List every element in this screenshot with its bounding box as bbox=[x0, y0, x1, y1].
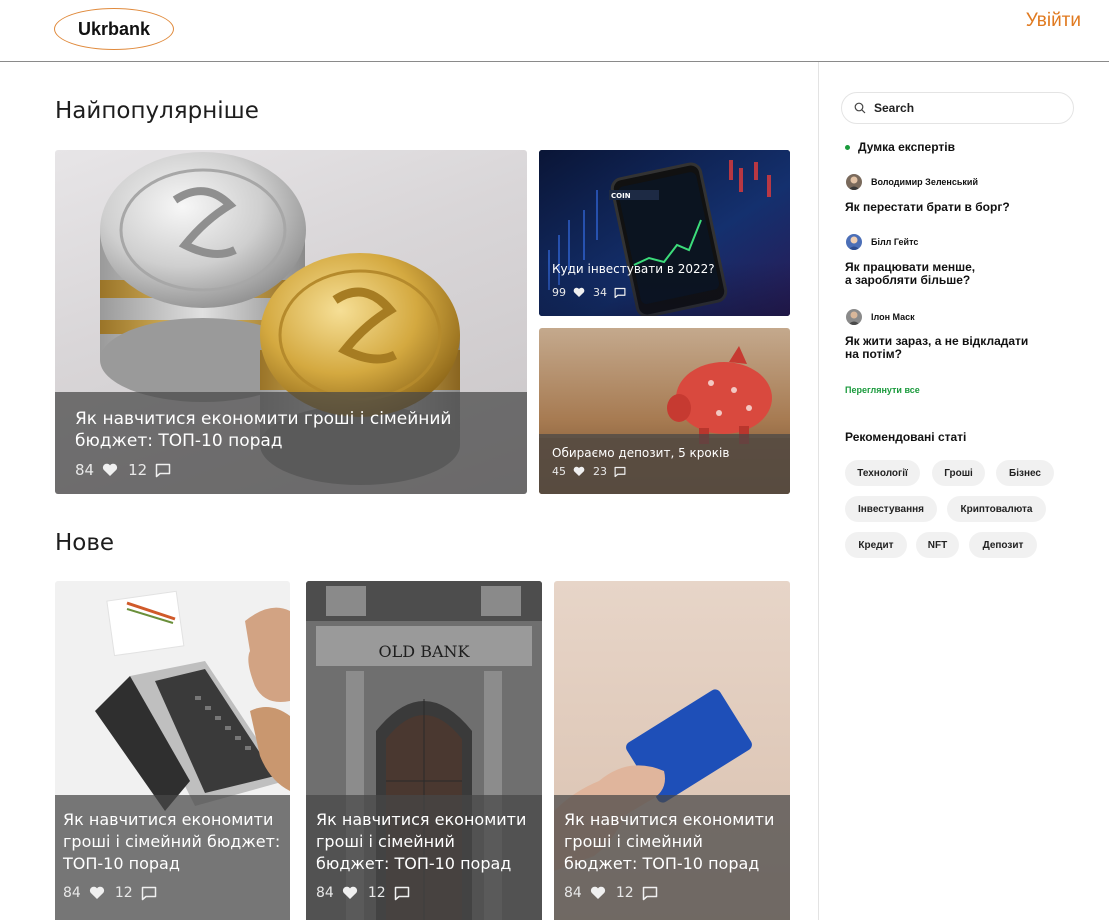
experts-heading: Думка експертів bbox=[845, 140, 955, 154]
expert-author-name: Білл Гейтс bbox=[871, 237, 919, 247]
login-link[interactable]: Увійти bbox=[1026, 10, 1081, 32]
expert-article-title-line: а заробляти більше? bbox=[845, 273, 971, 287]
article-card-invest[interactable]: COIN Куди інвестувати в 2022? 99 34 bbox=[539, 150, 790, 316]
comments-count: 23 bbox=[593, 465, 607, 478]
featured-article-card[interactable]: Як навчитися економити гроші і сімейний … bbox=[55, 150, 527, 494]
expert-author-3[interactable]: Ілон Маск bbox=[846, 309, 915, 325]
tag-money[interactable]: Гроші bbox=[932, 460, 985, 486]
featured-overlay: Як навчитися економити гроші і сімейний … bbox=[55, 392, 527, 494]
heart-icon[interactable] bbox=[102, 463, 118, 477]
new-card-1-overlay: Як навчитися економити гроші і сімейний … bbox=[55, 795, 290, 920]
sidebar-divider bbox=[818, 62, 819, 920]
tag-nft[interactable]: NFT bbox=[916, 532, 959, 558]
new-card-2-overlay: Як навчитися економити гроші і сімейний … bbox=[306, 795, 542, 920]
tag-technology[interactable]: Технології bbox=[845, 460, 920, 486]
invest-title: Куди інвестувати в 2022? bbox=[552, 262, 715, 276]
comments-count: 12 bbox=[128, 461, 148, 479]
expert-article-3[interactable]: Як жити зараз, а не відкладати на потім? bbox=[845, 335, 1028, 361]
comments-count: 12 bbox=[615, 885, 634, 901]
tag-crypto[interactable]: Криптовалюта bbox=[947, 496, 1046, 522]
view-all-link[interactable]: Переглянути все bbox=[845, 385, 920, 395]
comments-count: 34 bbox=[593, 286, 607, 299]
experts-heading-label: Думка експертів bbox=[858, 140, 955, 154]
comment-icon[interactable] bbox=[614, 466, 626, 478]
comment-icon[interactable] bbox=[642, 886, 658, 901]
tag-business[interactable]: Бізнес bbox=[996, 460, 1054, 486]
expert-author-2[interactable]: Білл Гейтс bbox=[846, 234, 918, 250]
tag-credit[interactable]: Кредит bbox=[845, 532, 907, 558]
comments-count: 12 bbox=[367, 885, 386, 901]
search-input[interactable] bbox=[874, 101, 1054, 115]
invest-overlay: Куди інвестувати в 2022? 99 34 bbox=[539, 262, 790, 316]
comment-icon[interactable] bbox=[141, 886, 157, 901]
new-card-2-title: Як навчитися економити гроші і сімейний … bbox=[316, 810, 527, 873]
likes-count: 99 bbox=[552, 286, 566, 299]
new-card-3-meta: 84 12 bbox=[564, 885, 780, 901]
expert-article-2[interactable]: Як працювати менше, а заробляти більше? bbox=[845, 261, 975, 287]
likes-count: 45 bbox=[552, 465, 566, 478]
recommended-heading: Рекомендовані статі bbox=[845, 430, 967, 444]
comment-icon[interactable] bbox=[394, 886, 410, 901]
heart-icon[interactable] bbox=[590, 886, 606, 900]
old-bank-sign: OLD BANK bbox=[379, 642, 471, 661]
comments-count: 12 bbox=[114, 885, 133, 901]
logo[interactable]: Ukrbank bbox=[54, 8, 174, 50]
search-box[interactable] bbox=[841, 92, 1074, 124]
new-card-3-overlay: Як навчитися економити гроші і сімейний … bbox=[554, 795, 790, 920]
expert-article-title-line: на потім? bbox=[845, 347, 902, 361]
expert-author-name: Володимир Зеленський bbox=[871, 177, 978, 187]
heart-icon[interactable] bbox=[342, 886, 358, 900]
status-dot-icon bbox=[845, 144, 850, 150]
comment-icon[interactable] bbox=[155, 463, 171, 478]
new-card-1-meta: 84 12 bbox=[63, 885, 282, 901]
likes-count: 84 bbox=[316, 885, 334, 901]
deposit-meta: 45 23 bbox=[552, 465, 777, 478]
deposit-title: Обираємо депозит, 5 кроків bbox=[552, 446, 730, 460]
heart-icon[interactable] bbox=[89, 886, 105, 900]
likes-count: 84 bbox=[75, 461, 95, 479]
new-card-3-title: Як навчитися економити гроші і сімейний … bbox=[564, 810, 775, 873]
new-card-2-meta: 84 12 bbox=[316, 885, 532, 901]
heart-icon[interactable] bbox=[573, 466, 585, 477]
svg-text:COIN: COIN bbox=[611, 192, 631, 200]
featured-meta: 84 12 bbox=[75, 461, 507, 479]
heart-icon[interactable] bbox=[573, 287, 585, 298]
new-article-card-3[interactable]: Як навчитися економити гроші і сімейний … bbox=[554, 581, 790, 920]
popular-section-title: Найпопулярніше bbox=[55, 98, 259, 124]
new-section-title: Нове bbox=[55, 530, 115, 556]
new-article-card-1[interactable]: Як навчитися економити гроші і сімейний … bbox=[55, 581, 290, 920]
new-article-card-2[interactable]: OLD BANK Як навчитися економити гроші і … bbox=[306, 581, 542, 920]
likes-count: 84 bbox=[564, 885, 582, 901]
expert-article-title-line: Як перестати брати в борг? bbox=[845, 200, 1010, 214]
expert-author-1[interactable]: Володимир Зеленський bbox=[846, 174, 978, 190]
article-card-deposit[interactable]: Обираємо депозит, 5 кроків 45 23 bbox=[539, 328, 790, 494]
tag-investing[interactable]: Інвестування bbox=[845, 496, 937, 522]
avatar bbox=[846, 174, 862, 190]
expert-article-1[interactable]: Як перестати брати в борг? bbox=[845, 201, 1010, 214]
tag-deposit[interactable]: Депозит bbox=[969, 532, 1037, 558]
expert-author-name: Ілон Маск bbox=[871, 312, 915, 322]
search-icon bbox=[854, 99, 866, 118]
avatar bbox=[846, 309, 862, 325]
new-card-1-title: Як навчитися економити гроші і сімейний … bbox=[63, 810, 281, 873]
likes-count: 84 bbox=[63, 885, 81, 901]
header: Ukrbank Увійти bbox=[0, 0, 1109, 62]
deposit-overlay: Обираємо депозит, 5 кроків 45 23 bbox=[539, 434, 790, 494]
invest-meta: 99 34 bbox=[552, 286, 626, 299]
avatar bbox=[846, 234, 862, 250]
comment-icon[interactable] bbox=[614, 287, 626, 299]
featured-title: Як навчитися економити гроші і сімейний … bbox=[75, 409, 452, 451]
